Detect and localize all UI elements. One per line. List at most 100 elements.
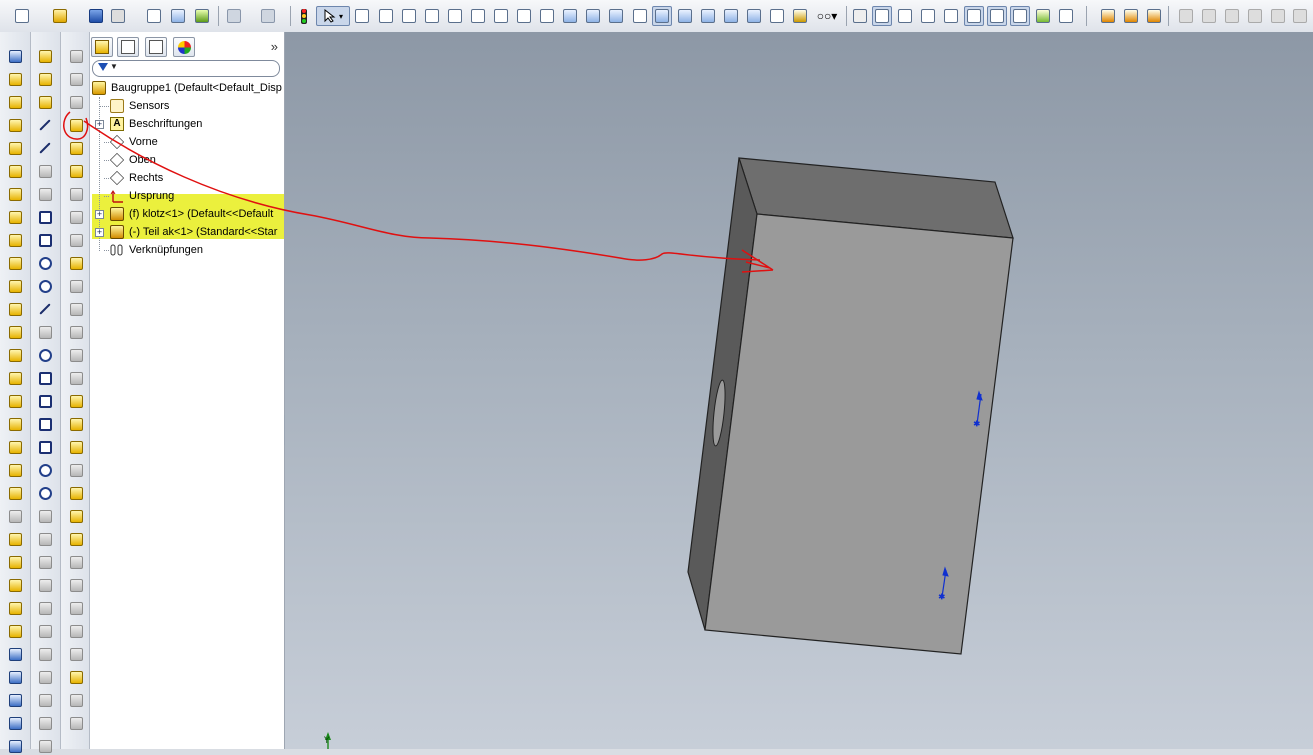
shadows-icon[interactable] (675, 6, 695, 26)
assembly-tool-29-icon[interactable] (6, 691, 24, 709)
assembly-tool-22-icon[interactable] (6, 530, 24, 548)
hide-show-icon[interactable] (790, 6, 810, 26)
sketch-tool-24-icon[interactable] (36, 576, 54, 594)
feature-tool-3-icon[interactable] (67, 93, 85, 111)
tree-item-annotations[interactable]: A Beschriftungen (110, 115, 202, 133)
undo-icon[interactable] (224, 6, 244, 26)
sketch-tool-7-icon[interactable] (36, 185, 54, 203)
tree-item-top-plane[interactable]: Oben (109, 151, 156, 169)
assembly-tool-31-icon[interactable] (6, 737, 24, 755)
feature-tool-18-icon[interactable] (67, 438, 85, 456)
roll-view-icon[interactable] (491, 6, 511, 26)
assembly-tool-11-icon[interactable] (6, 277, 24, 295)
sketch-tool-28-icon[interactable] (36, 668, 54, 686)
assembly-tool-8-icon[interactable] (6, 208, 24, 226)
pan-icon[interactable] (445, 6, 465, 26)
tree-item-klotz[interactable]: (f) klotz<1> (Default<<Default (110, 205, 273, 223)
wireframe-icon[interactable] (537, 6, 557, 26)
sketch-tool-17-icon[interactable] (36, 415, 54, 433)
zoom-area-icon[interactable] (399, 6, 419, 26)
sketch-tool-25-icon[interactable] (36, 599, 54, 617)
sketch-tool-2-icon[interactable] (36, 70, 54, 88)
feature-tool-2-icon[interactable] (67, 70, 85, 88)
assembly-tool-18-icon[interactable] (6, 438, 24, 456)
assembly-tool-21-icon[interactable] (6, 507, 24, 525)
graphics-viewport[interactable]: * * Y (285, 32, 1313, 749)
feature-tool-7-icon[interactable] (67, 185, 85, 203)
assembly-tool-6-icon[interactable] (6, 162, 24, 180)
sketch-tool-20-icon[interactable] (36, 484, 54, 502)
assembly-tool-4-icon[interactable] (6, 116, 24, 134)
shaded-edges-icon[interactable] (583, 6, 603, 26)
curvature-icon[interactable] (721, 6, 741, 26)
assembly-tool-14-icon[interactable] (6, 346, 24, 364)
measure-icon[interactable] (767, 6, 787, 26)
assembly-tool-5-icon[interactable] (6, 139, 24, 157)
assembly-tool-24-icon[interactable] (6, 576, 24, 594)
feature-tool-6-icon[interactable] (67, 162, 85, 180)
feature-tool-20-icon[interactable] (67, 484, 85, 502)
feature-tool-25-icon[interactable] (67, 599, 85, 617)
sketch-tool-16-icon[interactable] (36, 392, 54, 410)
view-orientation-icon[interactable] (352, 6, 372, 26)
feature-tool-17-icon[interactable] (67, 415, 85, 433)
section-view-icon[interactable] (514, 6, 534, 26)
feature-tool-12-icon[interactable] (67, 300, 85, 318)
assembly-tool-13-icon[interactable] (6, 323, 24, 341)
print-icon[interactable] (108, 6, 128, 26)
sketch-tool-31-icon[interactable] (36, 737, 54, 755)
sketch-relations-icon[interactable] (1033, 6, 1053, 26)
assembly-tool-27-icon[interactable] (6, 645, 24, 663)
feature-tool-13-icon[interactable] (67, 323, 85, 341)
tree-item-front-plane[interactable]: Vorne (109, 133, 158, 151)
sketch-tool-21-icon[interactable] (36, 507, 54, 525)
feature-tool-5-icon[interactable] (67, 139, 85, 157)
feature-tool-9-icon[interactable] (67, 231, 85, 249)
sketch-tool-14-icon[interactable] (36, 346, 54, 364)
feature-tool-4-icon[interactable] (67, 116, 85, 134)
point-icon[interactable] (918, 6, 938, 26)
sketch-tool-1-icon[interactable] (36, 47, 54, 65)
display-style-icon[interactable] (652, 6, 672, 26)
assembly-tool-20-icon[interactable] (6, 484, 24, 502)
feature-tool-27-icon[interactable] (67, 645, 85, 663)
assembly-tool-3-icon[interactable] (6, 93, 24, 111)
tree-filter-input[interactable]: ▼ (92, 60, 280, 77)
options-icon[interactable] (168, 6, 188, 26)
tree-item-mates[interactable]: Verknüpfungen (110, 241, 203, 259)
mate-icon[interactable] (872, 6, 892, 26)
feature-tool-19-icon[interactable] (67, 461, 85, 479)
sketch-tool-22-icon[interactable] (36, 530, 54, 548)
tree-root[interactable]: Baugruppe1 (Default<Default_Disp (92, 79, 282, 97)
view-axis-icon[interactable] (630, 6, 650, 26)
expand-annotations[interactable]: + (95, 120, 104, 129)
sketch-tool-4-icon[interactable] (36, 116, 54, 134)
sketch-tool-13-icon[interactable] (36, 323, 54, 341)
sketch-tool-26-icon[interactable] (36, 622, 54, 640)
expand-tabs-icon[interactable]: » (271, 39, 278, 54)
assembly-tool-16-icon[interactable] (6, 392, 24, 410)
feature-tool-10-icon[interactable] (67, 254, 85, 272)
zoom-icon[interactable] (376, 6, 396, 26)
sketch-tool-10-icon[interactable] (36, 254, 54, 272)
assembly-tool-2-icon[interactable] (6, 70, 24, 88)
sketch-tool-27-icon[interactable] (36, 645, 54, 663)
temporary-axes-icon[interactable] (1010, 6, 1030, 26)
zoom-selection-icon[interactable] (422, 6, 442, 26)
sketch-tool-18-icon[interactable] (36, 438, 54, 456)
assembly-tool-28-icon[interactable] (6, 668, 24, 686)
feature-tool-11-icon[interactable] (67, 277, 85, 295)
sketch-tool-8-icon[interactable] (36, 208, 54, 226)
tab-property-manager[interactable] (117, 37, 139, 57)
hidden-lines-icon[interactable] (606, 6, 626, 26)
axis-icon[interactable] (895, 6, 915, 26)
component-icon[interactable] (1098, 6, 1118, 26)
feature-tool-21-icon[interactable] (67, 507, 85, 525)
assembly-tool-1-icon[interactable] (6, 47, 24, 65)
feature-tool-29-icon[interactable] (67, 691, 85, 709)
assembly-tool-26-icon[interactable] (6, 622, 24, 640)
sketch-tool-29-icon[interactable] (36, 691, 54, 709)
sketch-tool-30-icon[interactable] (36, 714, 54, 732)
redo-icon[interactable] (258, 6, 278, 26)
new-document-icon[interactable] (12, 6, 32, 26)
